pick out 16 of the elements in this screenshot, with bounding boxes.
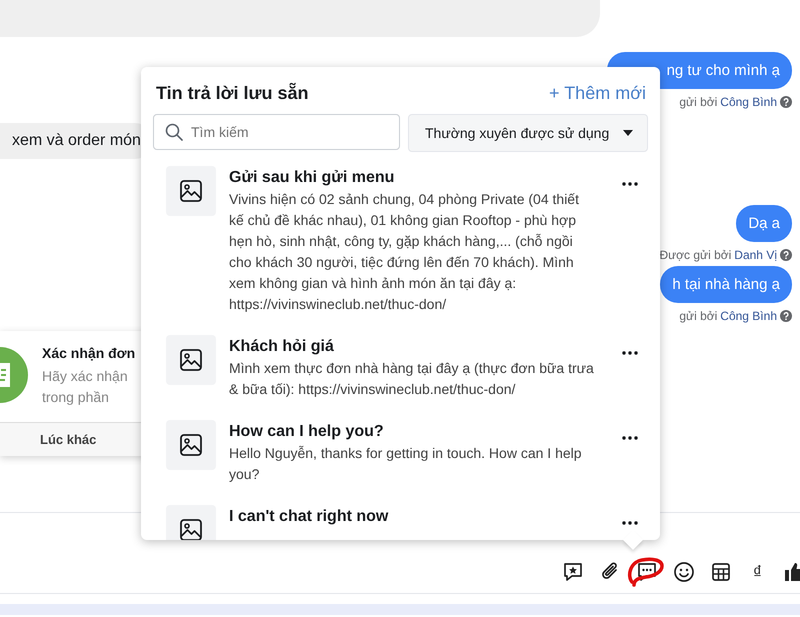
card-title: Xác nhận đơn [42, 345, 136, 361]
reply-text: Mình xem thực đơn nhà hàng tại đây ạ (thực đơn bữa trưa & bữa tối): https://vivinswineclub.net/thuc-don/ [229, 359, 594, 399]
sent-by-label: gửi bởi [679, 95, 718, 109]
sent-by-label: gửi bởi [679, 309, 718, 323]
reply-text: Vivins hiện có 02 sảnh chung, 04 phòng Private (04 thiết kế chủ đề khác nhau), 01 không gian Rooftop - phù hợp hẹn hò, sinh nhật, công ty, gặp khách hàng,... (chỗ ngồi cho khách 30 người, tiệc đứng lên đến 70 khách). Mình xem không gian và hình ảnh món ăn tại đây ạ: https://vivinswineclub.net/thuc-don/ [229, 190, 580, 314]
reply-title: Gửi sau khi gửi menu [229, 169, 396, 187]
reply-title: How can I help you? [229, 423, 385, 441]
reply-title: I can't chat right now [229, 508, 390, 526]
reply-title: Khách hỏi giá [229, 338, 335, 356]
message-bubble: Dạ a [736, 205, 792, 242]
reply-text: Hello Nguyễn, thanks for getting in touch. How can I help you? [229, 444, 583, 484]
message-bubble: h tại nhà hàng ạ [660, 266, 792, 303]
card-text: Hãy xác nhận [42, 367, 129, 386]
card-text: trong phần [42, 388, 110, 407]
popup-title: Tin trả lời lưu sẵn [156, 83, 309, 104]
sent-by-label: Được gửi bởi [659, 248, 732, 262]
